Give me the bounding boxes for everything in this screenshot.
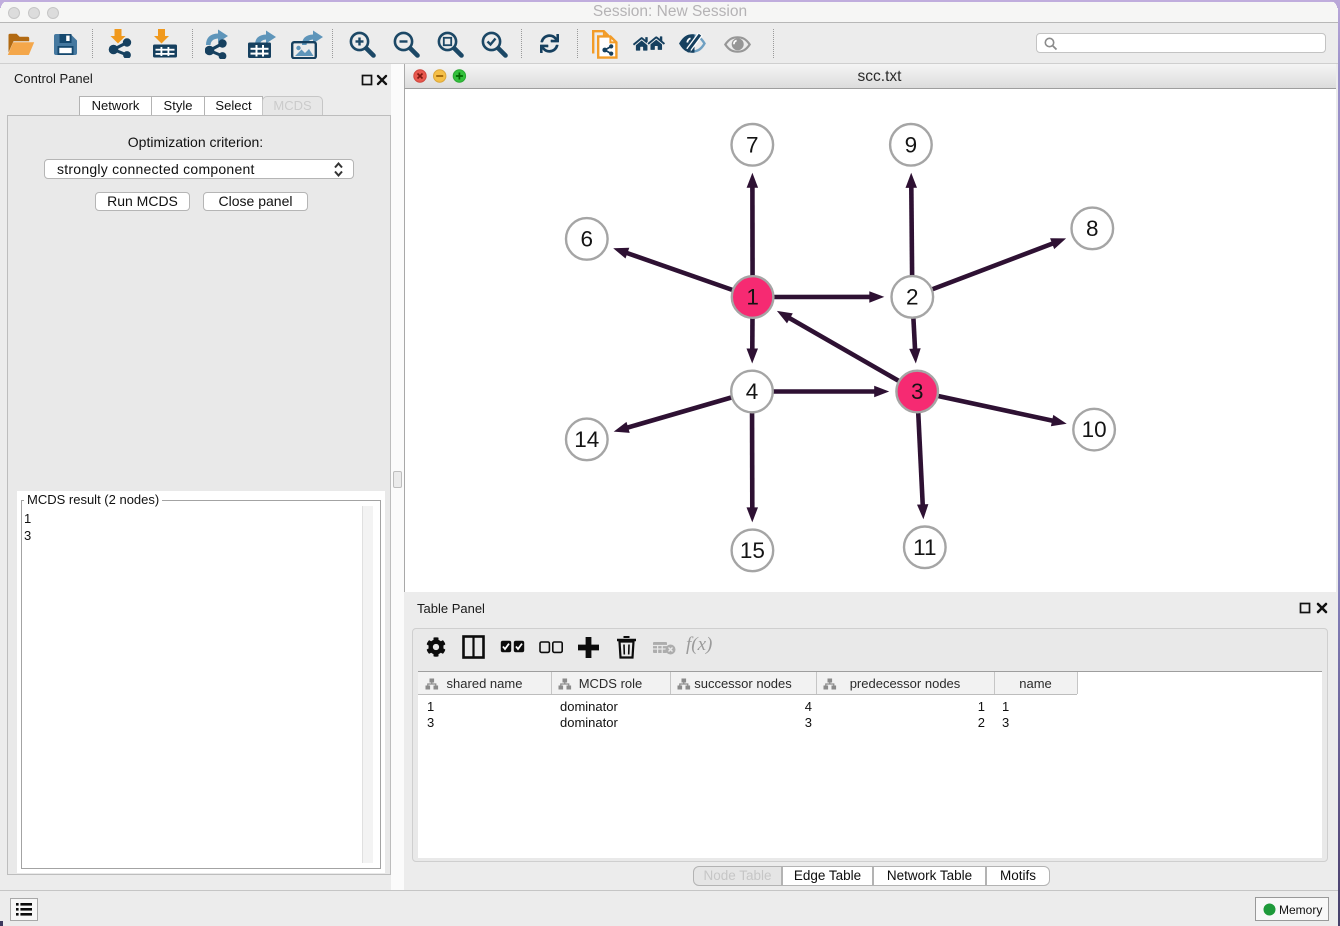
svg-text:9: 9 (905, 132, 918, 157)
svg-text:4: 4 (746, 379, 759, 404)
svg-text:1: 1 (746, 285, 759, 310)
svg-text:6: 6 (581, 226, 594, 251)
svg-text:2: 2 (906, 284, 919, 309)
svg-text:7: 7 (746, 132, 759, 157)
svg-text:8: 8 (1086, 216, 1099, 241)
svg-text:11: 11 (913, 535, 936, 560)
svg-text:3: 3 (911, 379, 924, 404)
svg-text:15: 15 (740, 538, 765, 563)
svg-text:10: 10 (1082, 417, 1107, 442)
svg-text:14: 14 (574, 427, 599, 452)
